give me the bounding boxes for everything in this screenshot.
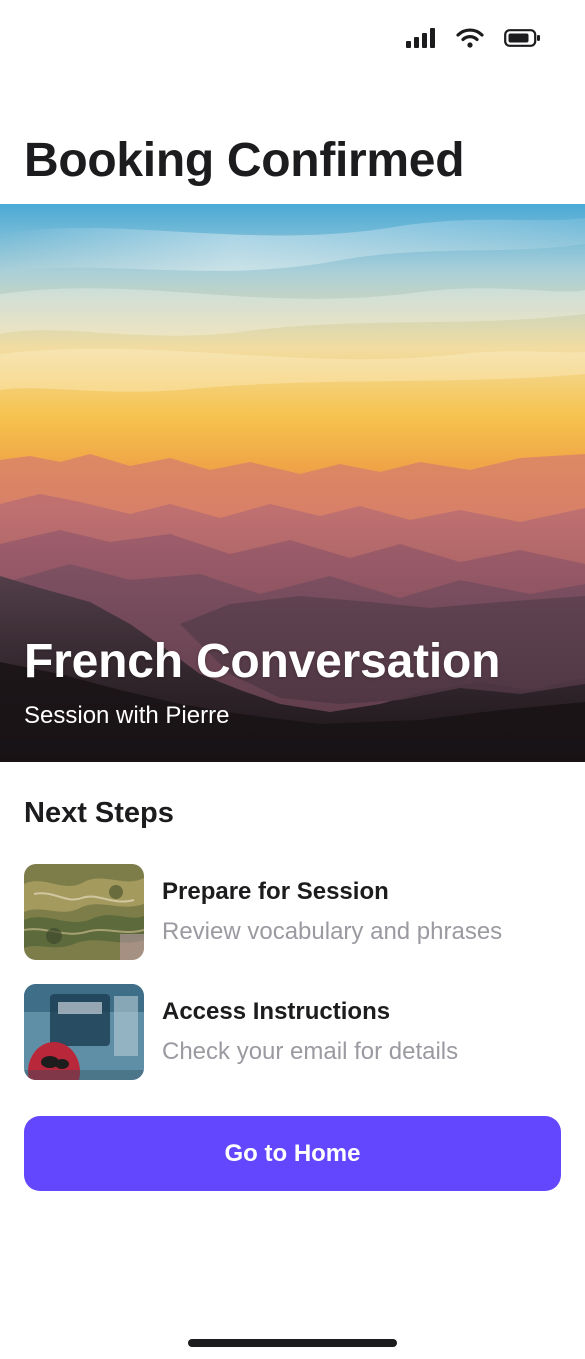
aerial-landscape-image [24,864,144,960]
status-bar [0,0,585,84]
go-to-home-button[interactable]: Go to Home [24,1116,561,1191]
step-title: Access Instructions [162,998,391,1025]
cellular-signal-icon [406,28,435,48]
session-subtitle: Session with Pierre [24,702,230,729]
step-prepare-session[interactable]: Prepare for Session Review vocabulary an… [24,864,561,960]
step-thumbnail [24,864,144,960]
next-steps-heading: Next Steps [24,797,174,829]
page-title: Booking Confirmed [24,134,465,187]
step-description: Review vocabulary and phrases [162,918,503,945]
step-title: Prepare for Session [162,878,389,905]
step-description: Check your email for details [162,1038,459,1065]
wifi-icon [456,28,484,48]
step-access-instructions[interactable]: Access Instructions Check your email for… [24,984,561,1080]
battery-icon [504,29,540,47]
session-title: French Conversation [24,635,501,688]
status-icons [406,28,541,48]
step-thumbnail [24,984,144,1080]
home-indicator[interactable] [188,1339,397,1347]
figure-with-sign-image [24,984,144,1080]
